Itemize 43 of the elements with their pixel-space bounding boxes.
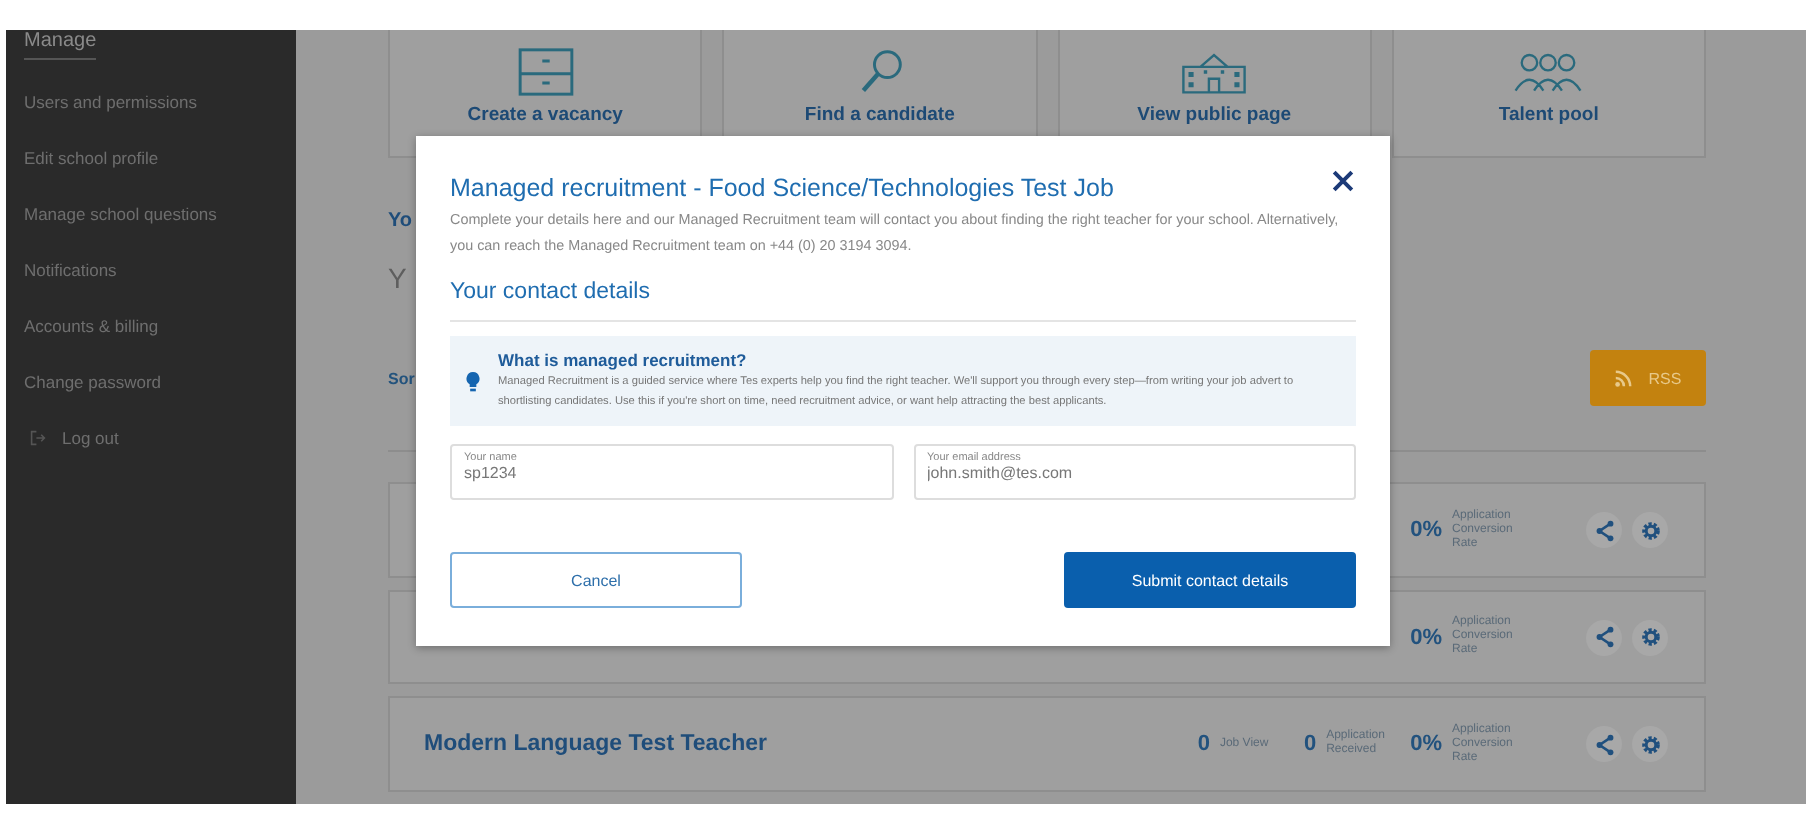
logout-link[interactable]: Log out <box>24 410 296 466</box>
close-button[interactable] <box>1332 168 1356 192</box>
school-building-icon <box>1180 48 1249 97</box>
page-subheading: Y <box>388 262 407 295</box>
stat-value: 0% <box>1410 732 1442 757</box>
settings-button[interactable] <box>1632 512 1668 549</box>
page-heading: Yo <box>388 210 413 233</box>
submit-button[interactable]: Submit contact details <box>1064 552 1356 608</box>
stat-value: 0% <box>1410 518 1442 543</box>
share-icon <box>1593 519 1615 542</box>
modal-title: Managed recruitment - Food Science/Technologies Test Job <box>450 174 1114 202</box>
share-button[interactable] <box>1586 726 1622 763</box>
share-button[interactable] <box>1586 619 1622 656</box>
share-icon <box>1593 733 1615 756</box>
lightbulb-icon <box>466 371 480 391</box>
close-icon <box>1332 169 1354 191</box>
cancel-button[interactable]: Cancel <box>450 552 742 608</box>
share-icon <box>1593 626 1615 649</box>
people-icon <box>1514 48 1583 97</box>
stat-value: 0 <box>1303 732 1317 757</box>
settings-button[interactable] <box>1632 726 1668 763</box>
section-heading: Your contact details <box>450 280 1356 322</box>
settings-icon <box>1639 626 1661 649</box>
sidebar-item[interactable]: Notifications <box>24 242 296 298</box>
info-title: What is managed recruitment? <box>498 350 749 370</box>
sort-label: Sor <box>388 369 415 388</box>
settings-icon <box>1639 519 1661 542</box>
settings-button[interactable] <box>1632 619 1668 656</box>
stat-value: 0% <box>1410 625 1442 650</box>
sidebar-heading: Manage <box>24 30 97 60</box>
sidebar-item[interactable]: Edit school profile <box>24 130 296 186</box>
rss-icon <box>1614 369 1633 388</box>
sidebar-item[interactable]: Users and permissions <box>24 74 296 130</box>
share-button[interactable] <box>1586 512 1622 549</box>
tile[interactable]: Talent pool <box>1391 30 1706 159</box>
rss-button[interactable]: RSS <box>1590 350 1706 407</box>
job-title[interactable]: Modern Language Test Teacher <box>424 732 767 757</box>
sidebar-item[interactable]: Manage school questions <box>24 186 296 242</box>
sidebar-item[interactable]: Accounts & billing <box>24 298 296 354</box>
settings-icon <box>1639 733 1661 756</box>
stat-value: 0 <box>1197 732 1210 757</box>
sidebar-item[interactable]: Change password <box>24 354 296 410</box>
logout-icon <box>30 430 46 446</box>
